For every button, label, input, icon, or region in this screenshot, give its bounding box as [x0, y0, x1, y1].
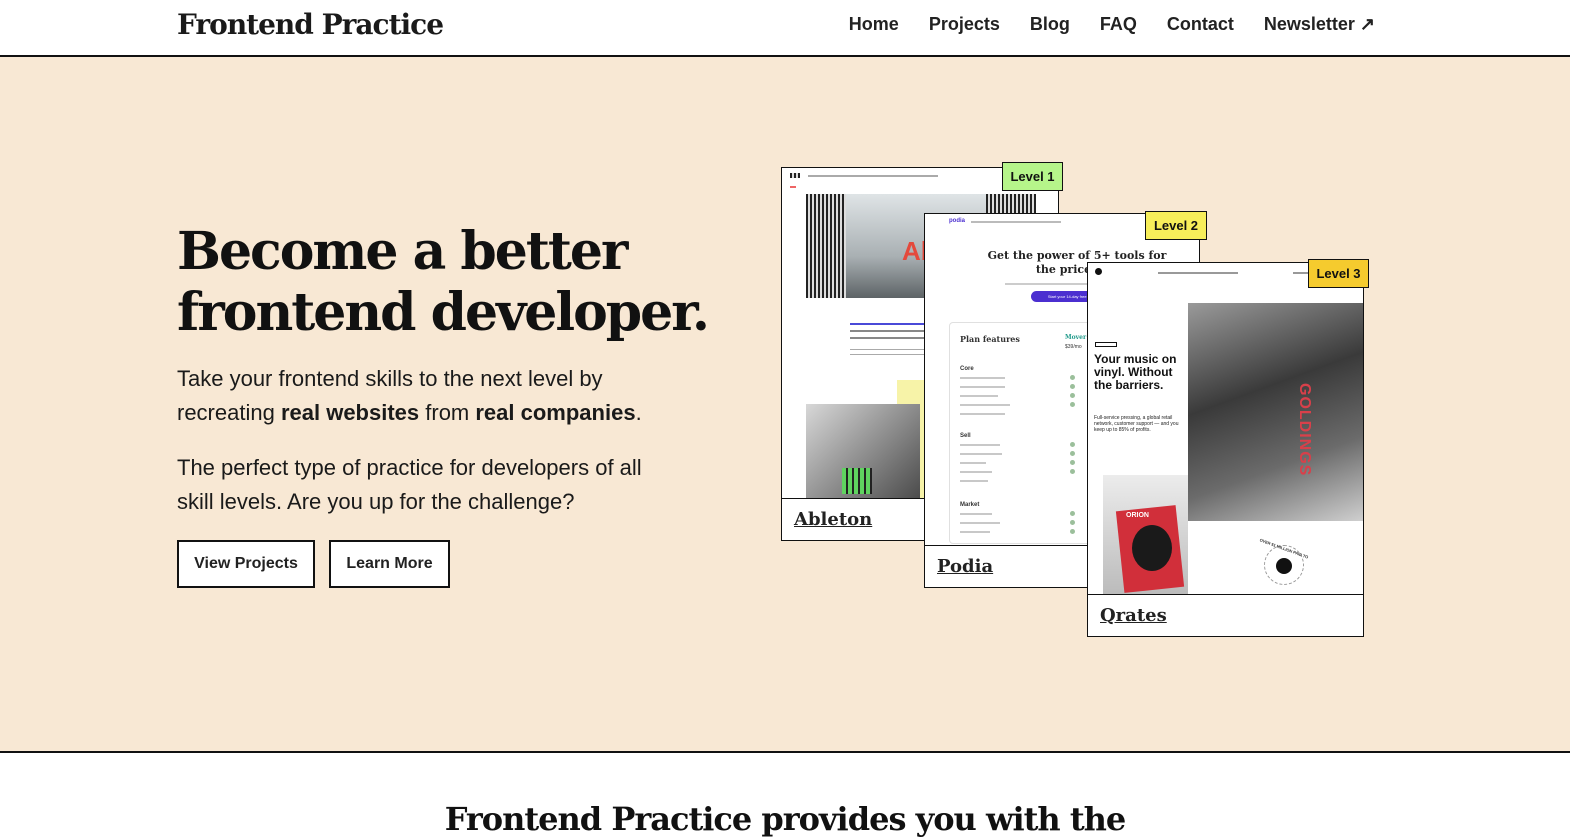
qrates-subtext: Full-service pressing, a global retail n…	[1094, 415, 1179, 433]
podia-feature-row	[960, 471, 992, 473]
learn-more-button[interactable]: Learn More	[329, 540, 450, 588]
card-label: Qrates	[1088, 594, 1363, 636]
hero-intro-text: from	[419, 400, 476, 425]
project-card-qrates[interactable]: Your music on vinyl. Without the barrier…	[1087, 262, 1364, 637]
podia-feature-row	[960, 462, 986, 464]
hero-title: Become a better frontend developer.	[177, 221, 737, 343]
podia-logo: podia	[949, 218, 965, 224]
hero-intro: Take your frontend skills to the next le…	[177, 362, 677, 430]
podia-plan-features: Plan features	[960, 334, 1020, 344]
podia-section-market: Market	[960, 502, 980, 508]
qrates-record-portrait	[1132, 525, 1172, 571]
qrates-screenshot: Your music on vinyl. Without the barrier…	[1088, 263, 1363, 595]
qrates-record-title: ORION	[1126, 512, 1149, 519]
level-3-badge: Level 3	[1308, 259, 1369, 288]
nav-home[interactable]: Home	[849, 14, 899, 35]
hero-intro-bold-companies: real companies	[475, 400, 636, 425]
podia-section-core: Core	[960, 366, 974, 372]
qrates-sleeve-title: GOLDINGS	[1296, 383, 1313, 477]
ableton-nav-bar	[808, 175, 938, 177]
nav-projects[interactable]: Projects	[929, 14, 1000, 35]
check-icon	[1070, 469, 1075, 474]
check-icon	[1070, 511, 1075, 516]
check-icon	[1070, 529, 1075, 534]
hero-section: Become a better frontend developer. Take…	[0, 57, 1570, 753]
level-1-badge: Level 1	[1002, 162, 1063, 191]
check-icon	[1070, 375, 1075, 380]
view-projects-button[interactable]: View Projects	[177, 540, 315, 588]
ableton-pads-icon	[842, 468, 872, 494]
check-icon	[1070, 402, 1075, 407]
hero-title-line2: frontend developer.	[177, 282, 710, 343]
podia-feature-row	[960, 404, 1010, 406]
podia-feature-row	[960, 377, 1005, 379]
ableton-subnav	[790, 186, 796, 188]
podia-feature-row	[960, 386, 1005, 388]
site-logo[interactable]: Frontend Practice	[177, 8, 444, 41]
nav-newsletter[interactable]: Newsletter ↗	[1264, 14, 1375, 35]
podia-feature-row	[960, 395, 998, 397]
check-icon	[1070, 442, 1075, 447]
ableton-link[interactable]: Ableton	[794, 509, 872, 530]
podia-mover-plan: Mover	[1065, 334, 1087, 341]
podia-feature-row	[960, 453, 1002, 455]
ableton-logo-icon	[790, 173, 800, 178]
ableton-hero-stripes	[806, 194, 846, 298]
qrates-vinyl-photo	[1188, 303, 1363, 521]
hero-title-line1: Become a better	[177, 221, 628, 282]
hero-intro-bold-websites: real websites	[280, 400, 420, 425]
nav-blog[interactable]: Blog	[1030, 14, 1070, 35]
check-icon	[1070, 393, 1075, 398]
podia-link[interactable]: Podia	[937, 556, 993, 577]
nav-contact[interactable]: Contact	[1167, 14, 1234, 35]
qrates-nav-bar	[1158, 272, 1238, 274]
podia-price: $39/mo	[1065, 344, 1082, 350]
qrates-link[interactable]: Qrates	[1100, 605, 1167, 626]
nav-faq[interactable]: FAQ	[1100, 14, 1137, 35]
qrates-nav-login	[1293, 272, 1308, 274]
podia-feature-row	[960, 531, 990, 533]
qrates-headline: Your music on vinyl. Without the barrier…	[1094, 352, 1177, 392]
hero-intro-text: .	[635, 400, 642, 425]
level-2-badge: Level 2	[1145, 211, 1207, 240]
check-icon	[1070, 460, 1075, 465]
podia-feature-row	[960, 480, 988, 482]
check-icon	[1070, 384, 1075, 389]
check-icon	[1070, 451, 1075, 456]
podia-section-sell: Sell	[960, 433, 971, 439]
podia-feature-row	[960, 413, 1005, 415]
site-header: Frontend Practice Home Projects Blog FAQ…	[0, 0, 1570, 57]
podia-feature-row	[960, 444, 1000, 446]
hero-challenge: The perfect type of practice for develop…	[177, 455, 642, 514]
main-nav: Home Projects Blog FAQ Contact Newslette…	[849, 14, 1375, 35]
qrates-tag	[1095, 342, 1117, 347]
qrates-logo-icon	[1095, 268, 1102, 275]
check-icon	[1070, 520, 1075, 525]
podia-plan-table	[949, 322, 1099, 544]
podia-feature-row	[960, 513, 992, 515]
features-heading: Frontend Practice provides you with the	[444, 800, 1126, 838]
podia-nav-bar	[971, 221, 1061, 223]
globe-icon	[1276, 558, 1292, 574]
podia-feature-row	[960, 522, 1000, 524]
